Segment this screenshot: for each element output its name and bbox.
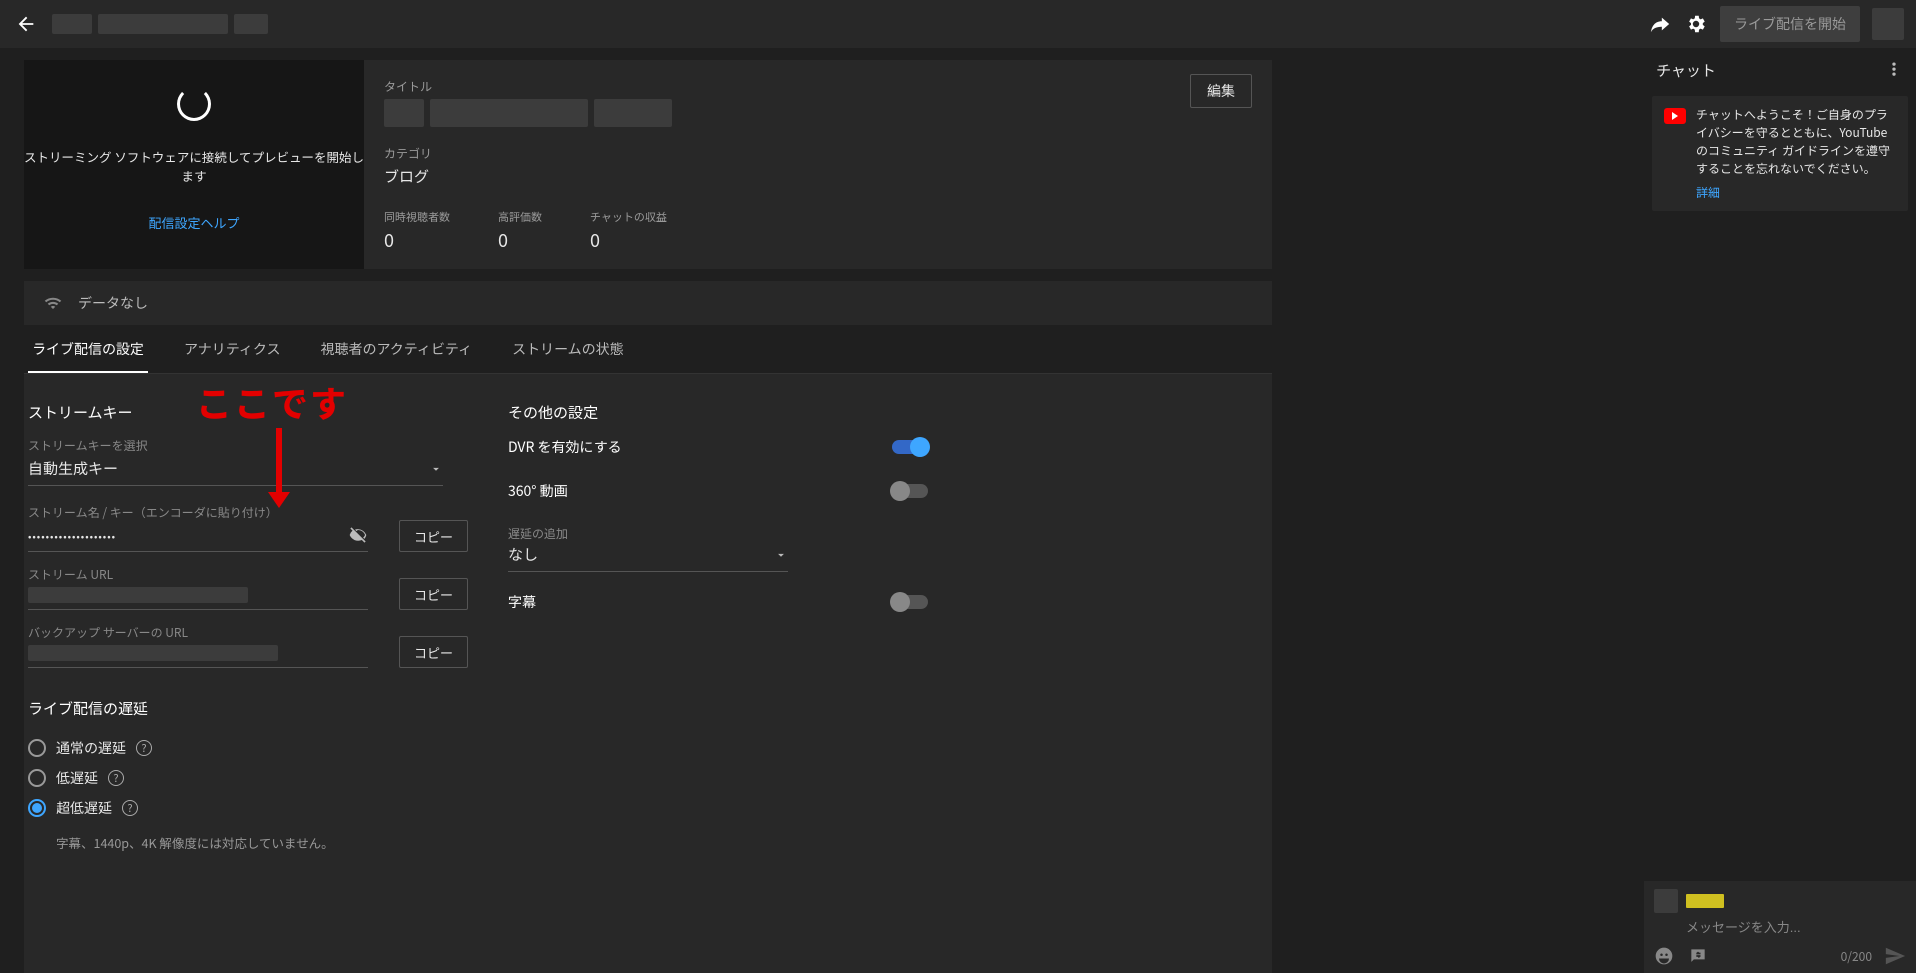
account-avatar[interactable] (1872, 8, 1904, 40)
other-section-title: その他の設定 (508, 402, 1248, 423)
copy-backup-button[interactable]: コピー (399, 636, 468, 668)
copy-url-button[interactable]: コピー (399, 578, 468, 610)
dvr-toggle[interactable] (892, 440, 928, 454)
latency-note: 字幕、1440p、4K 解像度には対応していません。 (56, 833, 468, 852)
preview-pane: ストリーミング ソフトウェアに接続してプレビューを開始します 配信設定ヘルプ (24, 60, 364, 258)
delay-add-select[interactable]: なし (508, 540, 788, 572)
stream-key-masked: •••••••••••••••••••• (28, 528, 116, 543)
stream-url-redacted (28, 587, 248, 603)
stats-row: 同時視聴者数 0 高評価数 0 チャットの収益 0 (384, 209, 1252, 253)
tab-analytics[interactable]: アナリティクス (180, 325, 284, 373)
category-label: カテゴリ (384, 145, 1252, 162)
settings-col-left: ストリームキー ストリームキーを選択 自動生成キー ストリーム名 / キー（エン… (28, 392, 468, 973)
stream-url-row: ストリーム URL コピー (28, 566, 468, 610)
title-value-redacted (384, 99, 1252, 127)
title-label: タイトル (384, 78, 1252, 95)
tab-activity[interactable]: 視聴者のアクティビティ (316, 325, 476, 373)
emoji-icon[interactable] (1654, 946, 1674, 966)
stream-key-section-title: ストリームキー (28, 402, 468, 423)
chat-welcome-text: チャットへようこそ！ご自身のプライバシーを守るとともに、YouTube のコミュ… (1696, 106, 1896, 178)
topbar: ライブ配信を開始 (0, 0, 1916, 48)
chat-char-counter: 0/200 (1841, 948, 1872, 965)
copy-key-button[interactable]: コピー (399, 520, 468, 552)
stream-key-value: 自動生成キー (28, 458, 118, 479)
share-icon[interactable] (1642, 6, 1678, 42)
help-icon[interactable]: ? (108, 770, 124, 786)
stat-likes-label: 高評価数 (498, 209, 542, 225)
tab-settings[interactable]: ライブ配信の設定 (28, 325, 148, 373)
back-button[interactable] (12, 10, 40, 38)
settings-col-right: その他の設定 DVR を有効にする 360° 動画 遅延の追加 なし 字幕 (508, 392, 1248, 973)
info-pane: タイトル カテゴリ ブログ 同時視聴者数 0 高評価数 0 (364, 60, 1272, 269)
more-vertical-icon[interactable] (1884, 60, 1904, 80)
help-icon[interactable]: ? (122, 800, 138, 816)
backup-url-label: バックアップ サーバーの URL (28, 624, 387, 641)
chevron-down-icon (774, 548, 788, 562)
latency-ultralow-label: 超低遅延 (56, 798, 112, 818)
stat-chat-revenue-label: チャットの収益 (590, 209, 667, 225)
backup-url-redacted (28, 645, 278, 661)
captions-toggle-row: 字幕 (508, 592, 928, 612)
settings-panel: ここです ストリームキー ストリームキーを選択 自動生成キー ストリーム名 / … (24, 374, 1272, 973)
help-icon[interactable]: ? (136, 740, 152, 756)
gear-icon[interactable] (1678, 6, 1714, 42)
stat-viewers: 同時視聴者数 0 (384, 209, 450, 253)
latency-normal-label: 通常の遅延 (56, 738, 126, 758)
preview-connect-msg: ストリーミング ソフトウェアに接続してプレビューを開始します (24, 147, 364, 185)
wifi-icon (42, 294, 64, 312)
latency-ultralow-radio[interactable]: 超低遅延 ? (28, 793, 468, 823)
chevron-down-icon (429, 462, 443, 476)
spinner-icon (177, 87, 211, 121)
latency-low-radio[interactable]: 低遅延 ? (28, 763, 468, 793)
chat-panel: チャット チャットへようこそ！ご自身のプライバシーを守るとともに、YouTube… (1644, 48, 1916, 973)
latency-section-title: ライブ配信の遅延 (28, 698, 468, 719)
stream-url-label: ストリーム URL (28, 566, 387, 583)
stream-key-select[interactable]: 自動生成キー (28, 454, 443, 486)
start-live-button[interactable]: ライブ配信を開始 (1720, 6, 1860, 42)
stat-viewers-label: 同時視聴者数 (384, 209, 450, 225)
chat-message-input[interactable] (1654, 916, 1906, 939)
backup-url-row: バックアップ サーバーの URL コピー (28, 624, 468, 668)
captions-toggle[interactable] (892, 595, 928, 609)
stream-name-key-row: ストリーム名 / キー（エンコーダに貼り付け） ••••••••••••••••… (28, 504, 468, 552)
send-icon[interactable] (1884, 945, 1906, 967)
chat-username-redacted (1686, 894, 1724, 908)
chat-avatar[interactable] (1654, 889, 1678, 913)
chat-header: チャット (1644, 48, 1916, 92)
tab-health[interactable]: ストリームの状態 (508, 325, 628, 373)
chat-welcome-card: チャットへようこそ！ご自身のプライバシーを守るとともに、YouTube のコミュ… (1652, 96, 1908, 211)
dvr-label: DVR を有効にする (508, 437, 622, 457)
preview-help-link[interactable]: 配信設定ヘルプ (148, 213, 239, 232)
v360-toggle[interactable] (892, 484, 928, 498)
edit-button[interactable]: 編集 (1190, 74, 1252, 108)
latency-normal-radio[interactable]: 通常の遅延 ? (28, 733, 468, 763)
status-text: データなし (78, 293, 148, 313)
window-title-redacted (52, 14, 268, 34)
stream-name-key-label: ストリーム名 / キー（エンコーダに貼り付け） (28, 504, 387, 521)
latency-low-label: 低遅延 (56, 768, 98, 788)
chat-title: チャット (1656, 60, 1716, 81)
visibility-off-icon[interactable] (348, 525, 368, 545)
stat-chat-revenue-value: 0 (590, 227, 667, 253)
main-column: ストリーミング ソフトウェアに接続してプレビューを開始します 配信設定ヘルプ タ… (0, 48, 1272, 973)
chat-input-bar: 0/200 (1644, 881, 1916, 973)
delay-add-value: なし (508, 544, 538, 565)
v360-label: 360° 動画 (508, 481, 568, 501)
stat-likes: 高評価数 0 (498, 209, 542, 253)
stat-likes-value: 0 (498, 227, 542, 253)
youtube-icon (1664, 108, 1686, 124)
captions-label: 字幕 (508, 592, 536, 612)
superchat-icon[interactable] (1688, 946, 1708, 966)
select-key-label: ストリームキーを選択 (28, 437, 468, 454)
dvr-toggle-row: DVR を有効にする (508, 437, 928, 457)
chat-welcome-more-link[interactable]: 詳細 (1696, 184, 1896, 201)
category-value: ブログ (384, 166, 1252, 187)
preview-info-card: ストリーミング ソフトウェアに接続してプレビューを開始します 配信設定ヘルプ タ… (24, 60, 1272, 269)
stat-chat-revenue: チャットの収益 0 (590, 209, 667, 253)
stat-viewers-value: 0 (384, 227, 450, 253)
tabs-row: ライブ配信の設定 アナリティクス 視聴者のアクティビティ ストリームの状態 (24, 325, 1272, 374)
v360-toggle-row: 360° 動画 (508, 481, 928, 501)
status-bar: データなし (24, 281, 1272, 325)
